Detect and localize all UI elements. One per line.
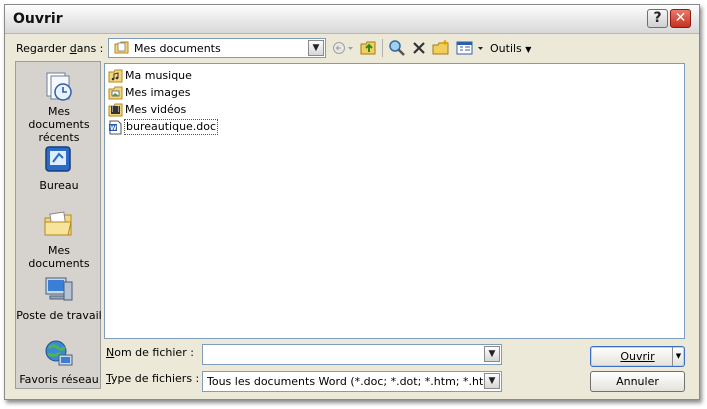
file-name: Ma musique — [125, 69, 192, 82]
chevron-down-icon[interactable]: ▼ — [484, 346, 500, 362]
my-documents-icon — [44, 211, 72, 236]
views-dropdown-icon[interactable] — [477, 39, 485, 57]
my-computer-icon — [45, 277, 73, 301]
look-in-value: Mes documents — [134, 42, 221, 55]
open-button[interactable]: Ouvrir ▼ — [590, 346, 685, 367]
folder-video-icon — [108, 103, 123, 117]
place-label: Poste de travail — [16, 309, 102, 322]
my-documents-icon — [114, 41, 129, 54]
views-icon[interactable] — [456, 39, 474, 57]
file-name: Mes images — [125, 86, 191, 99]
open-label: Ouvrir — [620, 350, 655, 363]
place-label: Mes documents — [28, 244, 90, 270]
chevron-down-icon[interactable]: ▼ — [484, 373, 500, 389]
place-desktop[interactable]: Bureau — [16, 144, 102, 192]
file-name: Mes vidéos — [125, 103, 187, 116]
chevron-down-icon: ▼ — [525, 45, 532, 54]
place-label: Bureau — [39, 179, 79, 192]
file-name-label: Nom de fichier : — [106, 346, 194, 359]
places-bar: Mes documents récents Bureau Mes documen… — [15, 61, 102, 389]
place-recent-documents[interactable]: Mes documents récents — [16, 70, 102, 144]
tools-menu[interactable]: Outils ▼ — [490, 42, 531, 56]
look-in-combo[interactable]: Mes documents ▼ — [108, 38, 326, 58]
svg-text:W: W — [110, 125, 117, 132]
file-type-select[interactable]: Tous les documents Word (*.doc; *.dot; *… — [202, 371, 502, 392]
network-places-icon — [45, 340, 73, 366]
file-type-label: Type de fichiers : — [106, 372, 200, 385]
open-split-arrow-icon[interactable]: ▼ — [672, 347, 684, 366]
back-icon[interactable] — [332, 39, 346, 57]
delete-icon[interactable] — [411, 39, 427, 57]
close-button[interactable]: ✕ — [670, 9, 691, 28]
place-label: Favoris réseau — [19, 373, 99, 386]
file-name-input[interactable]: ▼ — [202, 344, 502, 365]
folder-music-icon — [108, 69, 123, 83]
folder-pictures-icon — [108, 86, 123, 100]
open-dialog: Ouvrir ? ✕ Regarder dans : Mes documents… — [4, 4, 700, 400]
place-my-computer[interactable]: Poste de travail — [16, 274, 102, 322]
place-network-places[interactable]: Favoris réseau — [16, 338, 102, 386]
look-in-label: Regarder dans : — [16, 42, 104, 55]
title-bar[interactable]: Ouvrir ? ✕ — [5, 5, 699, 34]
search-web-icon[interactable] — [388, 39, 406, 57]
place-my-documents[interactable]: Mes documents — [16, 209, 102, 270]
place-label: Mes documents récents — [28, 105, 90, 144]
new-folder-icon[interactable] — [432, 39, 450, 57]
chevron-down-icon[interactable]: ▼ — [308, 40, 324, 56]
back-dropdown-icon[interactable] — [347, 39, 355, 57]
recent-documents-icon — [46, 72, 72, 101]
window-title: Ouvrir — [13, 11, 63, 27]
desktop-icon — [45, 146, 71, 172]
help-button[interactable]: ? — [647, 9, 668, 28]
word-document-icon: W — [109, 120, 122, 135]
tools-label: Outils — [490, 42, 522, 55]
cancel-button[interactable]: Annuler — [590, 371, 685, 392]
file-name: bureautique.doc — [124, 119, 219, 135]
file-type-value: Tous les documents Word (*.doc; *.dot; *… — [207, 375, 485, 388]
toolbar-separator — [382, 39, 383, 57]
up-folder-icon[interactable] — [360, 39, 378, 57]
file-list[interactable]: Ma musique Mes images Mes vidéos W burea… — [104, 63, 685, 339]
